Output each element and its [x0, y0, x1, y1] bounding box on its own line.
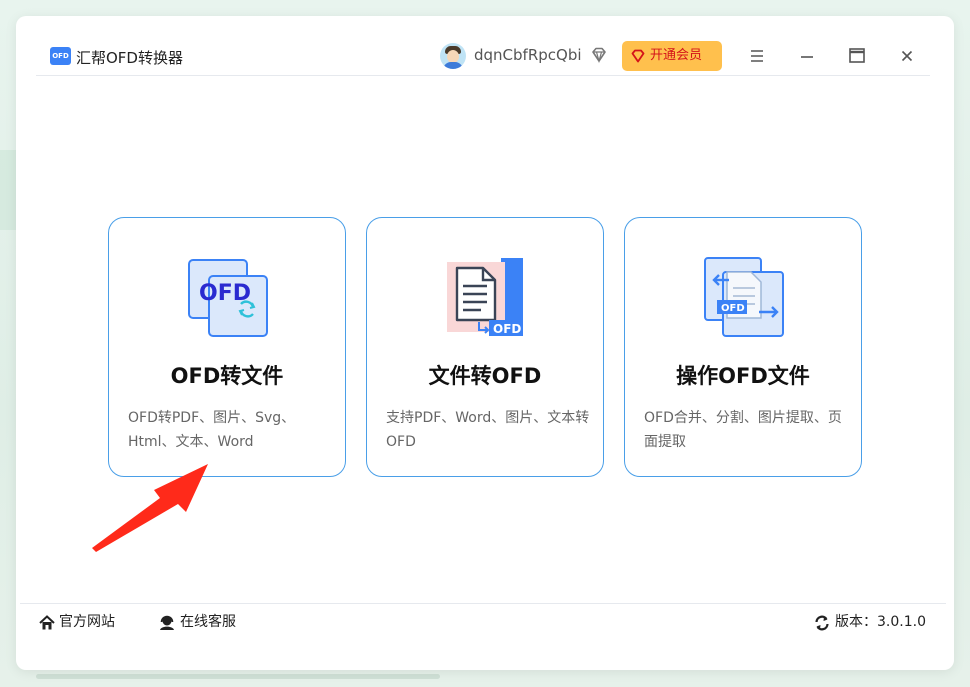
app-logo-icon: OFD	[50, 47, 71, 65]
card-ofd-to-file[interactable]: OFD OFD转文件 OFD转PDF、图片、Svg、Html、文本、Word	[108, 217, 346, 477]
ofd-convert-icon: OFD	[188, 259, 268, 337]
svg-text:OFD: OFD	[721, 303, 745, 314]
online-service-link[interactable]: 在线客服	[158, 613, 236, 633]
customer-service-icon	[160, 615, 174, 630]
file-to-ofd-icon: OFD	[447, 258, 523, 336]
vip-button[interactable]: 开通会员	[622, 41, 722, 71]
official-site-link[interactable]: 官方网站	[38, 613, 115, 633]
user-avatar[interactable]	[440, 43, 466, 69]
app-title: 汇帮OFD转换器	[76, 49, 183, 67]
footer-bar: 官方网站 在线客服 版本：3.0.1.0	[20, 603, 946, 639]
maximize-icon[interactable]	[844, 44, 870, 68]
card-description: 支持PDF、Word、图片、文本转OFD	[386, 410, 590, 450]
card-file-to-ofd[interactable]: OFD 文件转OFD 支持PDF、Word、图片、文本转OFD	[366, 217, 604, 477]
version-info[interactable]: 版本：3.0.1.0	[813, 613, 926, 633]
vip-diamond-icon	[631, 49, 645, 63]
refresh-icon	[815, 615, 829, 631]
card-description: OFD转PDF、图片、Svg、Html、文本、Word	[128, 410, 296, 450]
card-title: OFD转文件	[170, 364, 284, 388]
svg-text:OFD: OFD	[493, 322, 521, 336]
ofd-operate-icon: OFD	[704, 257, 784, 337]
card-operate-ofd[interactable]: OFD 操作OFD文件 OFD合并、分割、图片提取、页面提取	[624, 217, 862, 477]
version-label: 版本：3.0.1.0	[835, 614, 926, 630]
diamond-icon	[592, 47, 606, 64]
minimize-icon[interactable]	[794, 44, 820, 68]
card-description: OFD合并、分割、图片提取、页面提取	[644, 410, 842, 450]
card-title: 操作OFD文件	[676, 364, 810, 388]
annotation-arrow-icon	[92, 464, 208, 552]
online-service-label: 在线客服	[180, 614, 236, 630]
title-bar: OFD 汇帮OFD转换器 dqnCbfRpcQbi 开通会员	[36, 36, 930, 76]
vip-button-label: 开通会员	[650, 48, 703, 63]
card-title: 文件转OFD	[428, 364, 542, 388]
close-icon[interactable]	[894, 44, 920, 68]
menu-icon[interactable]	[744, 44, 770, 68]
home-icon	[39, 615, 55, 630]
background-bar	[36, 674, 440, 679]
username[interactable]: dqnCbfRpcQbi	[474, 46, 582, 64]
official-site-label: 官方网站	[59, 614, 115, 630]
